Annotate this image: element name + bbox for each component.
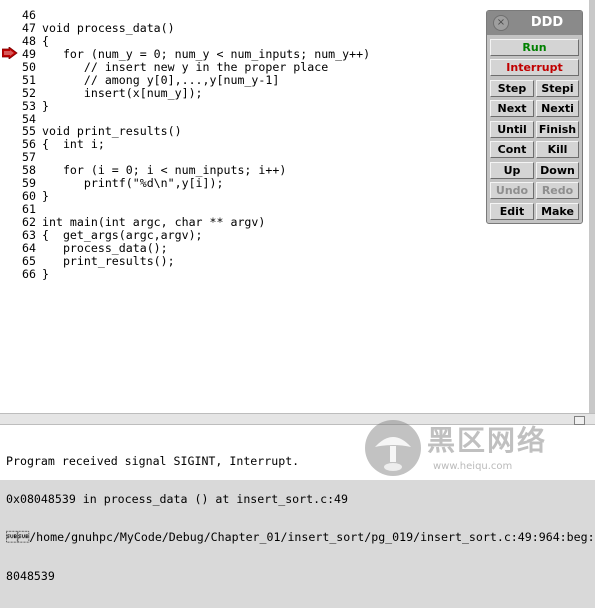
line-number: 48 bbox=[22, 33, 36, 48]
splitter-sash[interactable] bbox=[574, 416, 585, 425]
console-line: 0x08048539 in process_data () at insert_… bbox=[6, 491, 349, 506]
nexti-button[interactable]: Nexti bbox=[536, 100, 579, 117]
finish-button[interactable]: Finish bbox=[536, 121, 579, 138]
source-text: { int i; bbox=[42, 137, 105, 152]
source-text: // insert new y in the proper place bbox=[42, 59, 329, 74]
execution-arrow-icon bbox=[2, 47, 18, 59]
source-text: } bbox=[42, 189, 49, 204]
source-text: for (i = 0; i < num_inputs; i++) bbox=[42, 163, 287, 178]
source-text: process_data(); bbox=[42, 240, 168, 255]
until-button[interactable]: Until bbox=[490, 121, 534, 138]
line-number: 47 bbox=[22, 20, 36, 35]
source-line[interactable]: 60} bbox=[0, 190, 370, 203]
source-line[interactable]: 56{ int i; bbox=[0, 138, 370, 151]
console-line: Program received signal SIGINT, Interrup… bbox=[6, 453, 300, 468]
source-text: printf("%d\n",y[i]); bbox=[42, 176, 224, 191]
source-text: for (num_y = 0; num_y < num_inputs; num_… bbox=[42, 46, 371, 61]
up-button[interactable]: Up bbox=[490, 162, 534, 179]
line-number: 62 bbox=[22, 215, 36, 229]
edit-button[interactable]: Edit bbox=[490, 203, 534, 220]
debugger-console[interactable]: Program received signal SIGINT, Interrup… bbox=[0, 425, 595, 582]
source-line[interactable]: 47 void process_data() bbox=[0, 20, 370, 35]
source-text: int main(int argc, char ** argv) bbox=[42, 215, 266, 229]
line-number: 65 bbox=[22, 253, 36, 268]
line-number: 50 bbox=[22, 59, 36, 74]
source-text: } bbox=[42, 266, 49, 281]
kill-button[interactable]: Kill bbox=[536, 141, 579, 158]
close-icon[interactable]: × bbox=[493, 15, 509, 31]
source-text: { get_args(argc,argv); bbox=[42, 227, 203, 242]
interrupt-button[interactable]: Interrupt bbox=[490, 59, 579, 76]
source-text: insert(x[num_y]); bbox=[42, 85, 203, 100]
pane-splitter[interactable] bbox=[0, 413, 595, 425]
line-number: 63 bbox=[22, 227, 36, 242]
line-number: 52 bbox=[22, 85, 36, 100]
stepi-button[interactable]: Stepi bbox=[536, 80, 579, 97]
source-text: void print_results() bbox=[42, 124, 182, 139]
redo-button[interactable]: Redo bbox=[536, 182, 579, 199]
source-line[interactable]: 65 print_results(); bbox=[0, 253, 370, 268]
source-line[interactable]: 59 printf("%d\n",y[i]); bbox=[0, 177, 370, 190]
source-text: // among y[0],...,y[num_y-1] bbox=[42, 72, 280, 87]
line-number: 51 bbox=[22, 72, 36, 87]
make-button[interactable]: Make bbox=[536, 203, 579, 220]
source-line[interactable]: 53} bbox=[0, 98, 370, 113]
down-button[interactable]: Down bbox=[536, 162, 579, 179]
source-text: } bbox=[42, 98, 49, 113]
line-number: 46 bbox=[22, 8, 36, 22]
run-button[interactable]: Run bbox=[490, 39, 579, 56]
ddd-titlebar[interactable]: × DDD bbox=[487, 11, 582, 35]
next-button[interactable]: Next bbox=[490, 100, 534, 117]
step-button[interactable]: Step bbox=[490, 80, 534, 97]
ddd-title: DDD bbox=[530, 15, 564, 30]
ddd-command-tool[interactable]: × DDD Run Interrupt Step Stepi Next Next… bbox=[486, 10, 583, 224]
line-number: 64 bbox=[22, 240, 36, 255]
console-line: /home/gnuhpc/MyCode/Debug/Chapter_01/i… bbox=[6, 530, 595, 545]
undo-button[interactable]: Undo bbox=[490, 182, 534, 199]
line-number: 53 bbox=[22, 98, 36, 113]
console-line: 8048539 bbox=[6, 568, 55, 583]
line-number: 66 bbox=[22, 266, 36, 281]
source-text: { bbox=[42, 33, 49, 48]
source-code: 46 47 void process_data() 48{49 for (num_y … bbox=[0, 9, 370, 281]
source-text: print_results(); bbox=[42, 253, 175, 268]
cont-button[interactable]: Cont bbox=[490, 141, 534, 158]
source-line[interactable]: 66} bbox=[0, 266, 370, 281]
source-line[interactable]: 52 insert(x[num_y]); bbox=[0, 85, 370, 100]
source-text: void process_data() bbox=[42, 20, 175, 35]
